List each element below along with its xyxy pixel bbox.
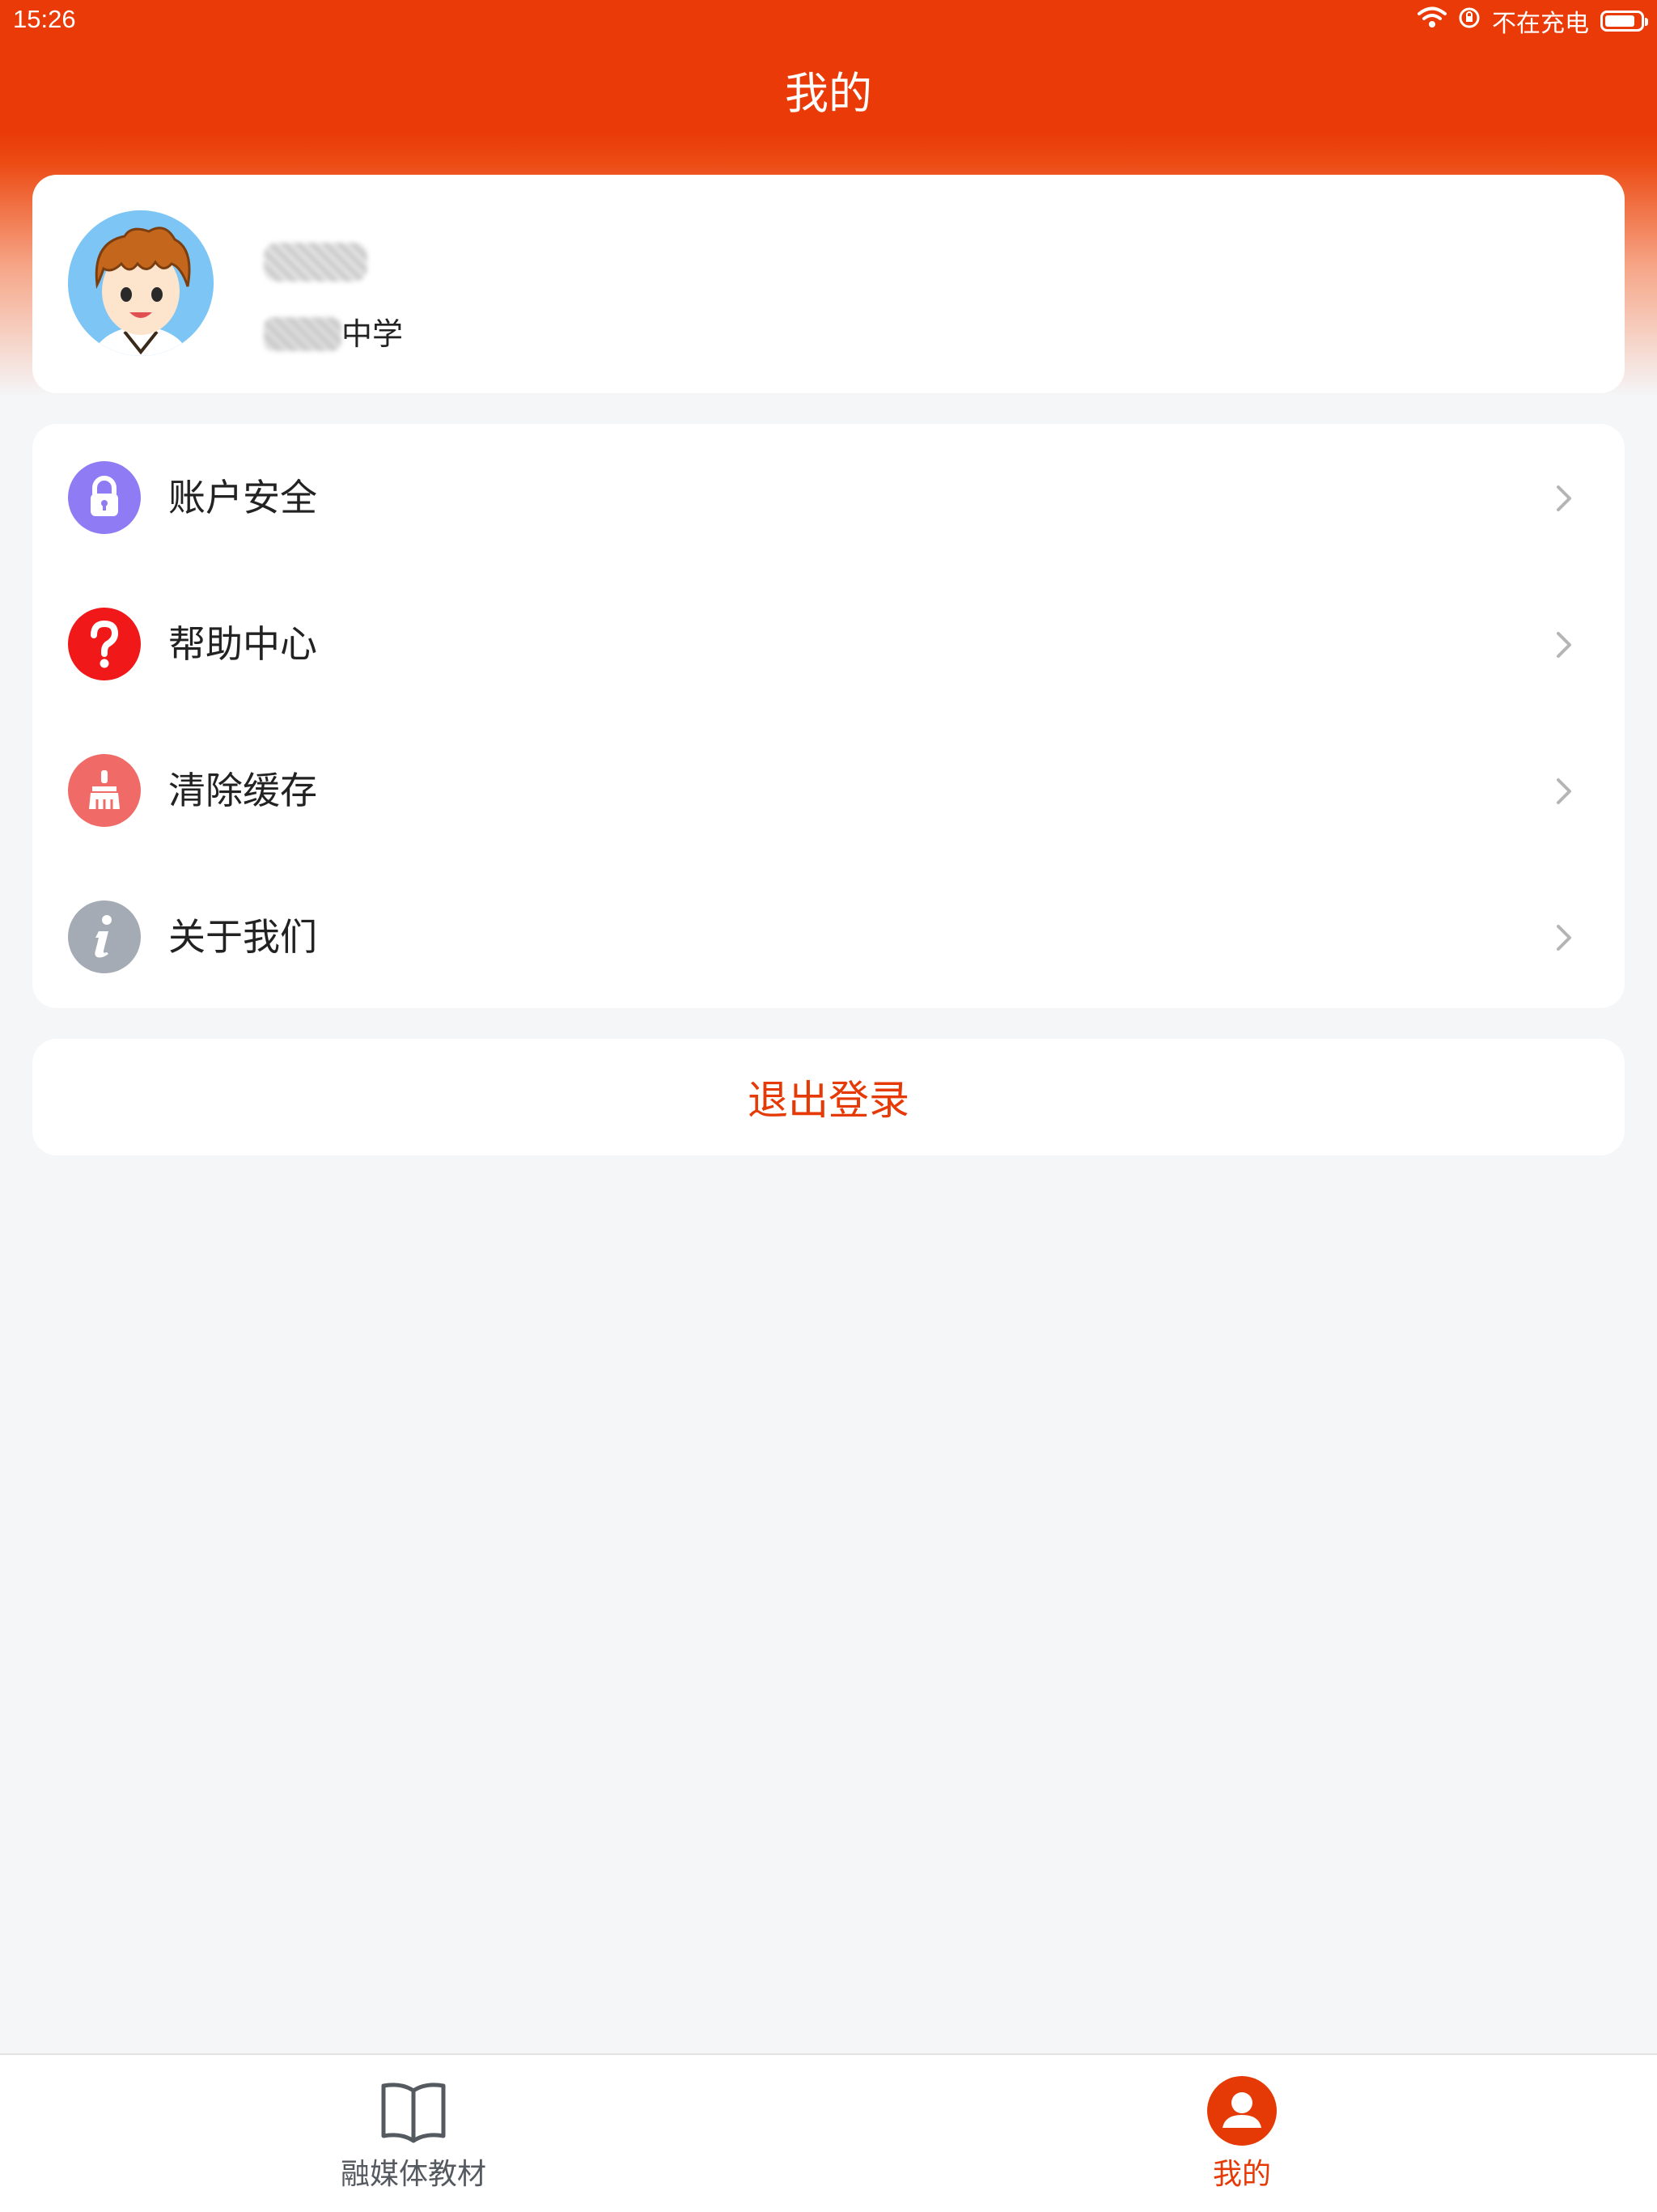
- school-suffix: 中学: [341, 316, 404, 352]
- status-bar: 15:26 不在充电: [0, 0, 1657, 39]
- tab-label: 我的: [1212, 2158, 1271, 2191]
- avatar[interactable]: [68, 210, 214, 356]
- profile-card[interactable]: 中学: [32, 175, 1625, 393]
- menu-item-help-center[interactable]: 帮助中心: [32, 570, 1625, 717]
- question-icon: [68, 608, 141, 680]
- tab-label: 融媒体教材: [340, 2158, 486, 2191]
- school-name-redacted: [264, 317, 341, 351]
- status-time: 15:26: [13, 5, 76, 33]
- lock-icon: [68, 461, 141, 534]
- menu-label: 清除缓存: [168, 769, 317, 812]
- tab-media-textbook[interactable]: 融媒体教材: [252, 2055, 575, 2212]
- settings-menu: 账户安全 帮助中心 清除缓存 关于我们: [32, 424, 1625, 1008]
- chevron-right-icon: [1547, 775, 1579, 807]
- book-icon: [377, 2074, 450, 2147]
- battery-icon: [1600, 11, 1648, 32]
- logout-button[interactable]: 退出登录: [32, 1039, 1625, 1155]
- chevron-right-icon: [1547, 482, 1579, 515]
- info-icon: [68, 900, 141, 973]
- menu-item-clear-cache[interactable]: 清除缓存: [32, 717, 1625, 863]
- menu-label: 关于我们: [168, 915, 317, 959]
- menu-item-account-security[interactable]: 账户安全: [32, 424, 1625, 570]
- chevron-right-icon: [1547, 922, 1579, 954]
- menu-label: 帮助中心: [168, 622, 317, 666]
- orientation-lock-icon: [1458, 6, 1481, 36]
- tab-bar: 融媒体教材 我的: [0, 2053, 1657, 2212]
- broom-icon: [68, 754, 141, 827]
- menu-label: 账户安全: [168, 476, 317, 519]
- logout-card: 退出登录: [32, 1039, 1625, 1155]
- wifi-icon: [1418, 6, 1447, 36]
- battery-level: [1605, 15, 1634, 27]
- user-icon: [1206, 2074, 1278, 2147]
- tab-my[interactable]: 我的: [1080, 2055, 1404, 2212]
- user-name-redacted: [264, 243, 367, 282]
- menu-item-about-us[interactable]: 关于我们: [32, 863, 1625, 1010]
- page-title: 我的: [785, 68, 872, 119]
- chevron-right-icon: [1547, 629, 1579, 661]
- charging-status: 不在充电: [1492, 10, 1589, 38]
- school-info: 中学: [264, 314, 403, 354]
- status-indicators: 不在充电: [1418, 3, 1648, 39]
